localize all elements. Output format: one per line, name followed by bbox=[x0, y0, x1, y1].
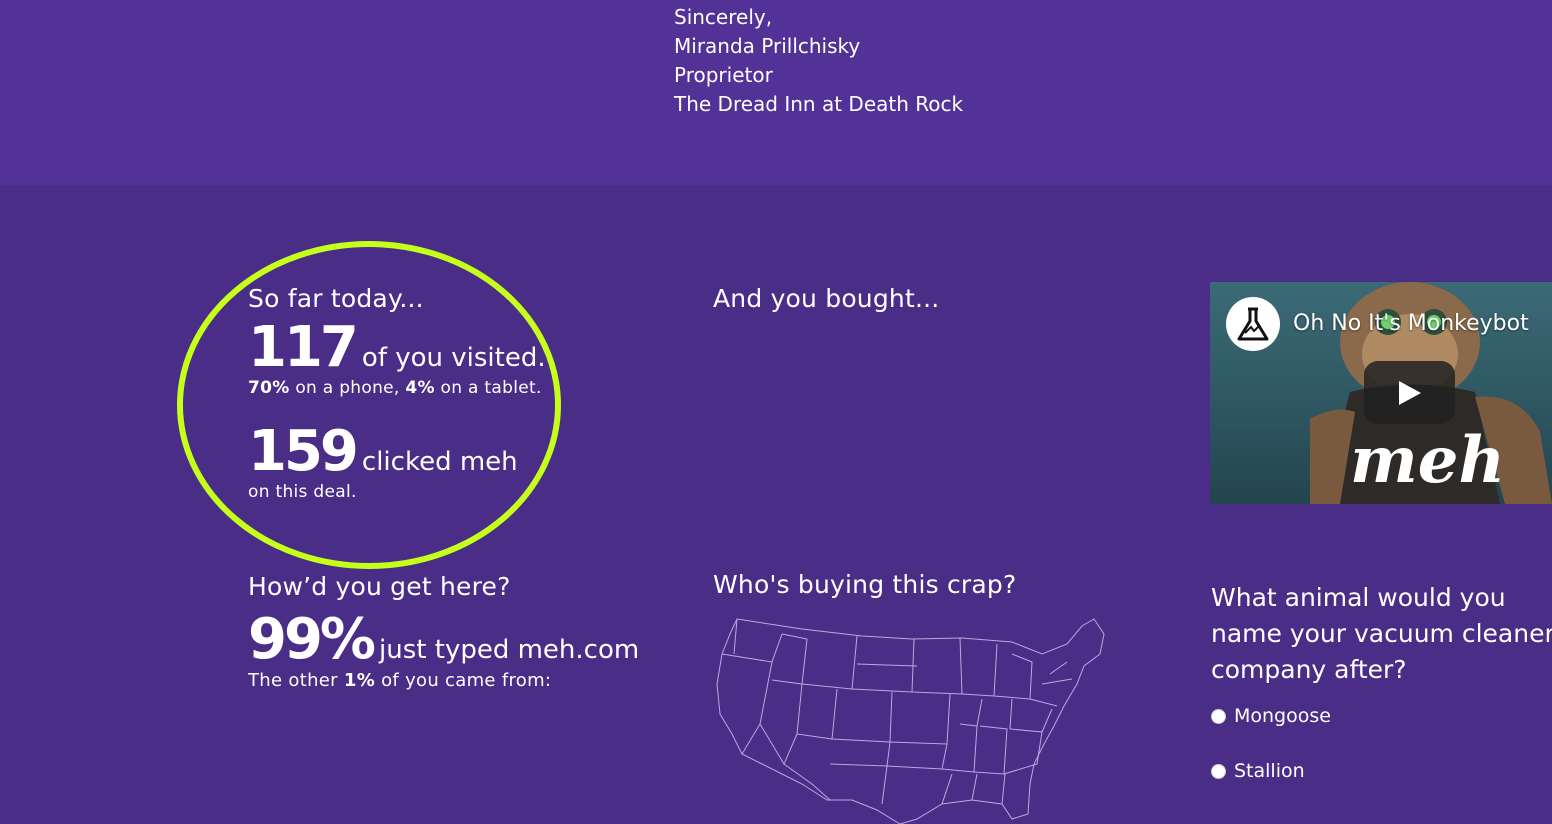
signoff-title: Proprietor bbox=[674, 63, 773, 87]
poll-question: What animal would you name your vacuum c… bbox=[1211, 583, 1552, 684]
radio-button[interactable] bbox=[1211, 763, 1226, 779]
purchases-heading: And you bought... bbox=[713, 284, 940, 313]
shirt-text: meh bbox=[1350, 423, 1505, 498]
referral-label: just typed meh.com bbox=[379, 635, 640, 665]
video-embed[interactable]: meh Oh No It's Monkeybot bbox=[1210, 282, 1552, 504]
poll-option-mongoose[interactable]: Mongoose bbox=[1211, 705, 1331, 727]
channel-logo[interactable] bbox=[1226, 297, 1280, 351]
referral-stats: 99% just typed meh.com The other 1% of yo… bbox=[248, 612, 639, 692]
referral-other-suffix: of you came from: bbox=[381, 670, 552, 691]
poll-option-label[interactable]: Stallion bbox=[1234, 760, 1305, 782]
referral-percent: 99% bbox=[248, 607, 376, 672]
play-icon bbox=[1398, 380, 1421, 405]
referral-other: The other 1% of you came from: bbox=[248, 670, 639, 691]
video-title[interactable]: Oh No It's Monkeybot bbox=[1293, 311, 1529, 336]
signoff-name: Miranda Prillchisky bbox=[674, 34, 861, 58]
referral-row: 99% just typed meh.com bbox=[248, 612, 639, 668]
letter-section: Sincerely, Miranda Prillchisky Proprieto… bbox=[0, 0, 1552, 185]
flask-icon bbox=[1237, 307, 1269, 341]
signoff-business: The Dread Inn at Death Rock bbox=[674, 92, 964, 116]
us-states-map[interactable] bbox=[712, 614, 1112, 824]
play-button[interactable] bbox=[1364, 361, 1455, 424]
poll-option-label[interactable]: Mongoose bbox=[1234, 705, 1331, 727]
referral-heading: How’d you get here? bbox=[248, 572, 511, 601]
referral-other-percent: 1% bbox=[343, 670, 376, 691]
highlight-ring bbox=[177, 241, 561, 569]
map-heading: Who's buying this crap? bbox=[713, 570, 1017, 599]
radio-button[interactable] bbox=[1211, 708, 1226, 724]
signoff-closing: Sincerely, bbox=[674, 5, 773, 29]
letter-signoff: Sincerely, Miranda Prillchisky Proprieto… bbox=[674, 3, 963, 119]
poll-option-stallion[interactable]: Stallion bbox=[1211, 760, 1305, 782]
referral-other-prefix: The other bbox=[248, 670, 338, 691]
